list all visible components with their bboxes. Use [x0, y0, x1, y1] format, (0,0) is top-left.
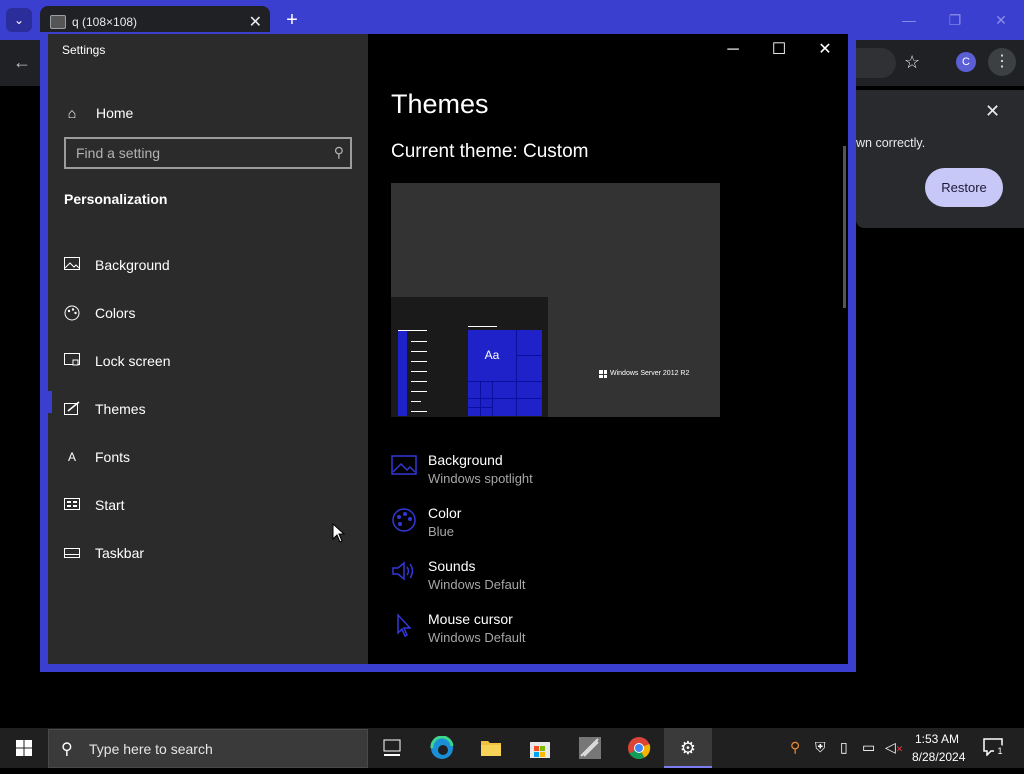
find-setting-search[interactable]: ⚲	[64, 137, 352, 169]
search-input[interactable]	[76, 144, 316, 162]
task-view-icon[interactable]	[368, 728, 416, 768]
tab-close-icon[interactable]: ✕	[249, 12, 262, 32]
theme-preview: Aa Windows Server 2012 R2	[391, 183, 720, 417]
windows-logo-icon	[599, 370, 607, 378]
network-icon[interactable]: ▭	[862, 739, 875, 756]
setting-name: Mouse cursor	[428, 611, 513, 627]
nav-fonts[interactable]: A Fonts	[48, 438, 368, 478]
themes-icon	[64, 401, 80, 417]
close-icon[interactable]: ✕	[978, 8, 1024, 32]
taskbar-search-placeholder: Type here to search	[89, 741, 213, 757]
theme-setting-mouse-cursor[interactable]: Mouse cursor Windows Default	[391, 611, 691, 659]
nav-background[interactable]: Background	[48, 246, 368, 286]
nav-themes-label: Themes	[95, 401, 146, 417]
page-title: Themes	[391, 89, 489, 119]
search-icon[interactable]: ⚲	[334, 144, 344, 161]
lock-screen-icon	[64, 353, 80, 369]
setting-name: Background	[428, 452, 503, 468]
battery-icon[interactable]: ▯	[840, 739, 848, 756]
window-title: Settings	[62, 43, 106, 57]
current-theme-heading: Current theme: Custom	[391, 141, 589, 162]
bookmark-star-icon[interactable]: ☆	[904, 52, 920, 73]
setting-value: Windows spotlight	[428, 471, 533, 486]
notification-count: 1	[994, 745, 1006, 757]
kebab-menu-icon[interactable]: ⋮	[988, 48, 1016, 76]
tab-title: q (108×108)	[72, 15, 138, 29]
preview-os-label: Windows Server 2012 R2	[610, 370, 690, 377]
restore-message: wn correctly.	[856, 136, 926, 150]
setting-value: Windows Default	[428, 577, 526, 592]
chrome-icon[interactable]	[615, 728, 663, 768]
omnibox[interactable]	[856, 48, 896, 78]
preview-tile-label: Aa	[484, 348, 500, 362]
nav-fonts-label: Fonts	[95, 449, 131, 465]
edge-icon[interactable]	[418, 728, 466, 768]
section-heading: Personalization	[64, 191, 168, 207]
start-button[interactable]	[0, 728, 48, 768]
clock-date[interactable]: 8/28/2024	[912, 750, 965, 764]
image-icon	[64, 257, 80, 273]
taskbar-search-box[interactable]: ⚲ Type here to search	[48, 729, 368, 768]
settings-maximize-icon[interactable]: ☐	[759, 38, 799, 62]
restore-close-icon[interactable]: ✕	[985, 101, 1000, 122]
back-arrow-icon[interactable]: ←	[10, 52, 34, 74]
cursor-icon	[391, 613, 417, 639]
windows-logo-icon	[16, 740, 32, 756]
setting-name: Sounds	[428, 558, 476, 574]
restore-button[interactable]: Restore	[925, 168, 1003, 207]
start-icon	[64, 497, 80, 513]
theme-setting-color[interactable]: Color Blue	[391, 505, 691, 553]
volume-muted-icon[interactable]: ◁✕	[885, 739, 903, 756]
profile-avatar[interactable]: C	[956, 52, 976, 72]
nav-home[interactable]: ⌂ Home	[48, 94, 368, 134]
file-explorer-icon[interactable]	[467, 728, 515, 768]
nav-lock-screen[interactable]: Lock screen	[48, 342, 368, 382]
nav-taskbar[interactable]: Taskbar	[48, 534, 368, 574]
speaker-icon	[391, 560, 417, 586]
settings-minimize-icon[interactable]: ─	[713, 38, 753, 62]
settings-gear-icon[interactable]: ⚙	[664, 728, 712, 768]
restore-icon[interactable]: ❐	[932, 8, 978, 32]
nav-colors[interactable]: Colors	[48, 294, 368, 334]
nav-taskbar-label: Taskbar	[95, 545, 145, 561]
nav-home-label: Home	[96, 105, 134, 121]
clock-time[interactable]: 1:53 AM	[915, 732, 959, 746]
search-key-icon[interactable]: ⚲	[790, 739, 800, 756]
mouse-pointer-icon	[332, 522, 346, 548]
setting-name: Color	[428, 505, 462, 521]
palette-icon	[391, 507, 417, 533]
setting-value: Blue	[428, 524, 455, 539]
tab-search-button[interactable]: ⌄	[6, 8, 32, 32]
notifications-icon[interactable]: 1	[983, 738, 1006, 759]
theme-setting-sounds[interactable]: Sounds Windows Default	[391, 558, 691, 606]
taskbar-icon	[64, 545, 80, 561]
nav-start-label: Start	[95, 497, 125, 513]
nav-themes[interactable]: Themes	[48, 390, 368, 430]
store-icon[interactable]	[516, 728, 564, 768]
fonts-icon: A	[67, 450, 76, 464]
settings-close-icon[interactable]: ✕	[805, 38, 845, 62]
nav-lock-screen-label: Lock screen	[95, 353, 171, 369]
home-icon: ⌂	[67, 105, 77, 121]
tab-favicon-icon	[50, 15, 66, 29]
nav-start[interactable]: Start	[48, 486, 368, 526]
nav-background-label: Background	[95, 257, 170, 273]
image-icon	[391, 454, 417, 480]
search-icon: ⚲	[61, 741, 73, 758]
setting-value: Windows Default	[428, 630, 526, 645]
app-icon[interactable]	[566, 728, 614, 768]
new-tab-button[interactable]: +	[280, 6, 304, 34]
minimize-icon[interactable]: —	[886, 8, 932, 32]
nav-colors-label: Colors	[95, 305, 136, 321]
content-scrollbar[interactable]	[843, 146, 846, 308]
preview-app-list	[398, 330, 407, 416]
palette-icon	[64, 305, 80, 321]
theme-setting-background[interactable]: Background Windows spotlight	[391, 452, 691, 500]
security-icon[interactable]: ⛨	[815, 739, 826, 756]
